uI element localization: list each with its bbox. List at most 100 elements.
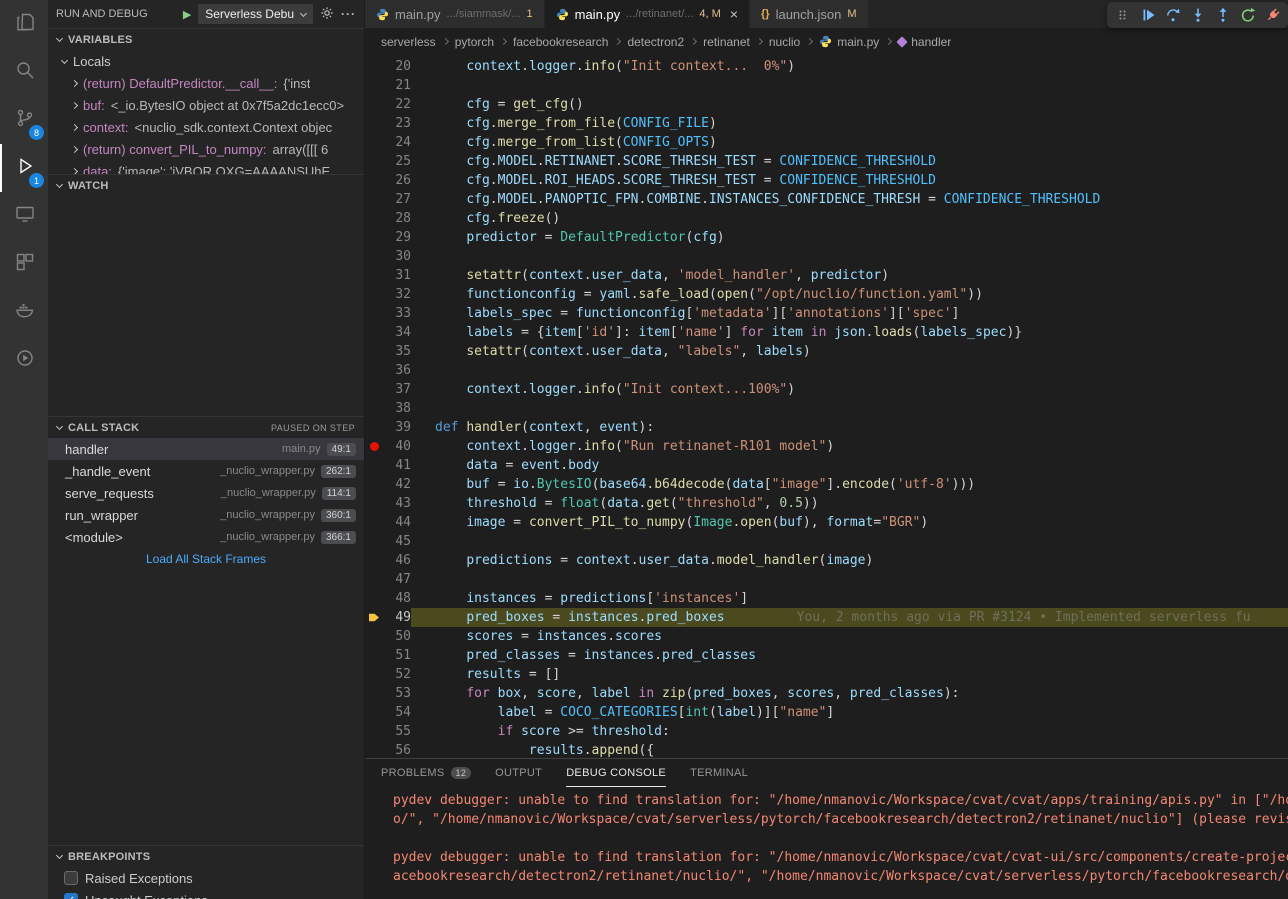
variables-section-header[interactable]: VARIABLES xyxy=(48,28,364,50)
sidebar-item-run-circle[interactable] xyxy=(0,336,48,384)
stack-frame[interactable]: _handle_event_nuclio_wrapper.py262:1 xyxy=(48,460,364,482)
load-all-stack-frames-link[interactable]: Load All Stack Frames xyxy=(48,548,364,570)
panel-tab-terminal[interactable]: TERMINAL xyxy=(690,759,748,787)
restart-button[interactable] xyxy=(1235,3,1260,27)
panel-tab-debug-console[interactable]: DEBUG CONSOLE xyxy=(566,759,666,787)
code-line[interactable]: 34 labels = {item['id']: item['name'] fo… xyxy=(365,323,1288,342)
start-debug-icon[interactable]: ▶ xyxy=(183,8,191,21)
code-line[interactable]: 54 label = COCO_CATEGORIES[int(label)]["… xyxy=(365,703,1288,722)
code-line[interactable]: 33 labels_spec = functionconfig['metadat… xyxy=(365,304,1288,323)
breadcrumb-item[interactable]: detectron2 xyxy=(627,35,684,49)
code-line[interactable]: 29 predictor = DefaultPredictor(cfg) xyxy=(365,228,1288,247)
code-line[interactable]: 51 pred_classes = instances.pred_classes xyxy=(365,646,1288,665)
more-actions-icon[interactable]: ··· xyxy=(341,7,356,21)
code-line[interactable]: 36 xyxy=(365,361,1288,380)
line-text: predictor = DefaultPredictor(cfg) xyxy=(411,228,1288,247)
sidebar-item-run-and-debug[interactable]: 1 xyxy=(0,144,48,192)
breadcrumb-item[interactable]: pytorch xyxy=(455,35,494,49)
sidebar-item-source-control[interactable]: 8 xyxy=(0,96,48,144)
code-line[interactable]: 35 setattr(context.user_data, "labels", … xyxy=(365,342,1288,361)
breadcrumb-item[interactable]: handler xyxy=(911,35,951,49)
toolbar-grip[interactable] xyxy=(1110,3,1135,27)
code-line[interactable]: 56 results.append({ xyxy=(365,741,1288,758)
code-line[interactable]: 22 cfg = get_cfg() xyxy=(365,95,1288,114)
variable-row[interactable]: buf:<_io.BytesIO object at 0x7f5a2dc1ecc… xyxy=(48,94,364,116)
breakpoint-dot[interactable] xyxy=(365,437,383,456)
breadcrumb-item[interactable]: retinanet xyxy=(703,35,750,49)
sidebar-item-remote-explorer[interactable] xyxy=(0,192,48,240)
stack-frame[interactable]: handlermain.py49:1 xyxy=(48,438,364,460)
panel-tab-problems[interactable]: PROBLEMS12 xyxy=(381,759,471,787)
code-line[interactable]: 49 pred_boxes = instances.pred_boxesYou,… xyxy=(365,608,1288,627)
step-over-button[interactable] xyxy=(1160,3,1185,27)
variable-row[interactable]: context:<nuclio_sdk.context.Context obje… xyxy=(48,116,364,138)
disconnect-button[interactable] xyxy=(1260,3,1285,27)
code-line[interactable]: 40 context.logger.info("Run retinanet-R1… xyxy=(365,437,1288,456)
code-line[interactable]: 30 xyxy=(365,247,1288,266)
code-line[interactable]: 45 xyxy=(365,532,1288,551)
code-line[interactable]: 31 setattr(context.user_data, 'model_han… xyxy=(365,266,1288,285)
code-line[interactable]: 25 cfg.MODEL.RETINANET.SCORE_THRESH_TEST… xyxy=(365,152,1288,171)
step-into-button[interactable] xyxy=(1185,3,1210,27)
checkbox[interactable]: ✓ xyxy=(64,893,78,899)
panel-tab-label: DEBUG CONSOLE xyxy=(566,767,666,779)
code-line[interactable]: 38 xyxy=(365,399,1288,418)
stack-frame[interactable]: run_wrapper_nuclio_wrapper.py360:1 xyxy=(48,504,364,526)
code-line[interactable]: 46 predictions = context.user_data.model… xyxy=(365,551,1288,570)
breadcrumb-item[interactable]: facebookresearch xyxy=(513,35,608,49)
variable-row[interactable]: data:{'image': 'iVBOR.OXG=AAAANSUhE xyxy=(48,160,364,174)
code-line[interactable]: 43 threshold = float(data.get("threshold… xyxy=(365,494,1288,513)
code-line[interactable]: 27 cfg.MODEL.PANOPTIC_FPN.COMBINE.INSTAN… xyxy=(365,190,1288,209)
variable-row[interactable]: (return) DefaultPredictor.__call__:{'ins… xyxy=(48,72,364,94)
code-line[interactable]: 48 instances = predictions['instances'] xyxy=(365,589,1288,608)
code-line[interactable]: 53 for box, score, label in zip(pred_box… xyxy=(365,684,1288,703)
frame-position-badge: 114:1 xyxy=(322,487,356,500)
breakpoint-row[interactable]: ✓Uncaught Exceptions xyxy=(48,889,364,899)
breakpoint-row[interactable]: Raised Exceptions xyxy=(48,867,364,889)
code-line[interactable]: 28 cfg.freeze() xyxy=(365,209,1288,228)
editor-tab[interactable]: {}launch.jsonM xyxy=(750,0,869,28)
code-line[interactable]: 42 buf = io.BytesIO(base64.b64decode(dat… xyxy=(365,475,1288,494)
breakpoints-section-header[interactable]: BREAKPOINTS xyxy=(48,845,364,867)
code-line[interactable]: 44 image = convert_PIL_to_numpy(Image.op… xyxy=(365,513,1288,532)
breadcrumb-item[interactable]: serverless xyxy=(381,35,436,49)
code-line[interactable]: 24 cfg.merge_from_list(CONFIG_OPTS) xyxy=(365,133,1288,152)
debug-console-output[interactable]: pydev debugger: unable to find translati… xyxy=(365,787,1288,899)
call-stack-section-header[interactable]: CALL STACK PAUSED ON STEP xyxy=(48,416,364,438)
code-line[interactable]: 55 if score >= threshold: xyxy=(365,722,1288,741)
code-line[interactable]: 37 context.logger.info("Init context...1… xyxy=(365,380,1288,399)
panel-tab-output[interactable]: OUTPUT xyxy=(495,759,542,787)
variable-row[interactable]: (return) convert_PIL_to_numpy:array([[[ … xyxy=(48,138,364,160)
close-icon[interactable]: × xyxy=(730,7,738,21)
sidebar-item-docker[interactable] xyxy=(0,288,48,336)
watch-section-header[interactable]: WATCH xyxy=(48,174,364,196)
sidebar-item-explorer[interactable] xyxy=(0,0,48,48)
launch-config-dropdown[interactable]: Serverless Debu xyxy=(198,4,313,24)
code-line[interactable]: 47 xyxy=(365,570,1288,589)
checkbox[interactable] xyxy=(64,871,78,885)
gear-icon[interactable] xyxy=(320,6,334,23)
editor[interactable]: 20 context.logger.info("Init context... … xyxy=(365,55,1288,758)
chevron-right-icon xyxy=(71,79,78,86)
breadcrumb-item[interactable]: nuclio xyxy=(769,35,800,49)
step-out-button[interactable] xyxy=(1210,3,1235,27)
code-line[interactable]: 20 context.logger.info("Init context... … xyxy=(365,57,1288,76)
breadcrumb-item[interactable]: main.py xyxy=(837,35,879,49)
stack-frame[interactable]: <module>_nuclio_wrapper.py366:1 xyxy=(48,526,364,548)
continue-button[interactable] xyxy=(1135,3,1160,27)
sidebar-item-search[interactable] xyxy=(0,48,48,96)
code-line[interactable]: 26 cfg.MODEL.ROI_HEADS.SCORE_THRESH_TEST… xyxy=(365,171,1288,190)
code-line[interactable]: 50 scores = instances.scores xyxy=(365,627,1288,646)
scope-locals[interactable]: Locals xyxy=(48,50,364,72)
code-line[interactable]: 39def handler(context, event): xyxy=(365,418,1288,437)
editor-tab[interactable]: main.py.../retinanet/...4, M× xyxy=(545,0,750,28)
code-line[interactable]: 52 results = [] xyxy=(365,665,1288,684)
sidebar-item-extensions[interactable] xyxy=(0,240,48,288)
code-line[interactable]: 21 xyxy=(365,76,1288,95)
editor-tab[interactable]: main.py.../siammask/...1 xyxy=(365,0,545,28)
code-line[interactable]: 23 cfg.merge_from_file(CONFIG_FILE) xyxy=(365,114,1288,133)
code-line[interactable]: 41 data = event.body xyxy=(365,456,1288,475)
stack-frame[interactable]: serve_requests_nuclio_wrapper.py114:1 xyxy=(48,482,364,504)
code-line[interactable]: 32 functionconfig = yaml.safe_load(open(… xyxy=(365,285,1288,304)
line-text xyxy=(411,570,1288,589)
